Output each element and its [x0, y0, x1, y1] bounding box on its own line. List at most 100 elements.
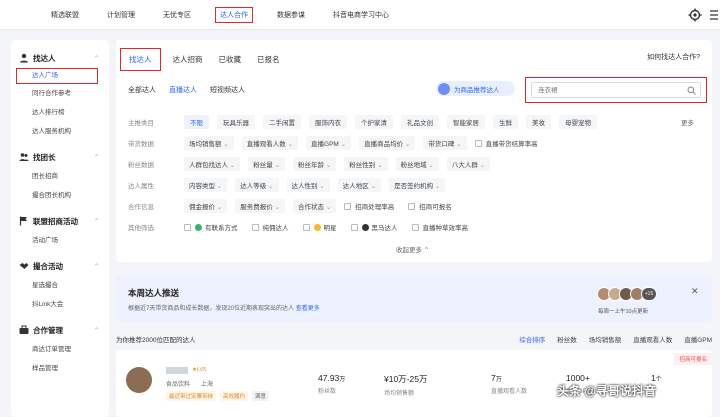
- fans-dropdown[interactable]: 粉丝地域: [395, 157, 439, 171]
- person-icon: [20, 53, 28, 63]
- topnav-item-data[interactable]: 数据参谋: [273, 7, 309, 23]
- sort-option[interactable]: 直播GPM: [684, 334, 712, 344]
- sidebar-item-ranking[interactable]: 达人排行榜: [11, 103, 109, 122]
- topnav-item-influencer[interactable]: 达人合作: [215, 7, 253, 23]
- tab-talent-recruit[interactable]: 达人招商: [173, 54, 203, 65]
- category-more-button[interactable]: 更多: [681, 117, 694, 127]
- topnav-item-plan[interactable]: 计划管理: [103, 7, 139, 23]
- weekly-subtitle: 根据近7天带货商品和成长数据，发现20位近期表现突出的达人 查看更多: [128, 303, 320, 312]
- coop-checkbox[interactable]: 招商可报名: [408, 201, 452, 211]
- view-more-link[interactable]: 查看更多: [296, 306, 320, 312]
- topnav-item-wuyou[interactable]: 无忧专区: [159, 7, 195, 23]
- sidebar-item-leader-recruit[interactable]: 团长招商: [11, 167, 109, 186]
- avatar-more-count: +15: [641, 287, 657, 301]
- sidebar-item-link-conference[interactable]: 抖Link大会: [11, 295, 109, 314]
- sales-dropdown[interactable]: 直播商品均价: [359, 136, 416, 150]
- checkbox-label: 明星: [323, 225, 337, 232]
- close-icon[interactable]: ✕: [691, 286, 699, 297]
- fans-dropdown[interactable]: 粉丝量: [248, 157, 286, 171]
- fans-dropdown[interactable]: 粉丝性别: [344, 157, 388, 171]
- sort-option[interactable]: 粉丝数: [557, 334, 577, 344]
- help-link[interactable]: 如何找达人合作?: [647, 52, 700, 62]
- subtab-live[interactable]: 直播达人: [169, 85, 197, 95]
- attr-dropdown[interactable]: 达人性别: [286, 178, 330, 192]
- sidebar-head-match[interactable]: 撮合活动 ⌃: [11, 256, 109, 276]
- sidebar-item-peer-reference[interactable]: 同行合作参考: [11, 84, 109, 103]
- attr-dropdown[interactable]: 达人地区: [337, 178, 382, 192]
- coop-checkbox[interactable]: 招商处理率高: [344, 201, 394, 211]
- tab-find-talent[interactable]: 找达人: [120, 48, 161, 71]
- search-icon[interactable]: [687, 86, 696, 95]
- topnav-item-learning[interactable]: 抖音电商学习中心: [329, 7, 393, 23]
- sidebar-head-alliance[interactable]: 联盟招商活动 ⌃: [11, 211, 109, 231]
- results-bar: 为你推荐2000位匹配的达人 综合排序 粉丝数 场均销售额 直播观看人数 直播G…: [116, 332, 712, 346]
- category-chip[interactable]: 礼品文创: [401, 115, 439, 129]
- checkbox-box: [408, 202, 416, 210]
- sidebar-item-agency[interactable]: 达人服务机构: [11, 122, 109, 141]
- avatar-stack[interactable]: +15: [597, 287, 657, 301]
- sales-dropdown[interactable]: 直播GPM: [306, 136, 352, 150]
- checkbox-box: [251, 223, 259, 231]
- sort-option[interactable]: 综合排序: [519, 334, 545, 344]
- sidebar-item-star-match[interactable]: 星选撮合: [11, 276, 109, 295]
- tab-registered[interactable]: 已报名: [257, 54, 280, 65]
- sidebar-group-alliance: 联盟招商活动 ⌃ 活动广场: [11, 211, 109, 250]
- sidebar-item-samples[interactable]: 样品管理: [11, 359, 109, 378]
- category-chip[interactable]: 智能家居: [447, 115, 485, 129]
- sort-option[interactable]: 直播观看人数: [633, 334, 672, 344]
- watermark: 头条 @寻哥说抖音: [557, 384, 657, 398]
- sidebar-item-activity-square[interactable]: 活动广场: [11, 231, 109, 250]
- category-chip[interactable]: 生鲜: [493, 115, 518, 129]
- category-chip[interactable]: 不限: [184, 115, 209, 129]
- fans-dropdown[interactable]: 粉丝年龄: [293, 157, 337, 171]
- gear-icon[interactable]: [688, 8, 702, 22]
- sort-options: 综合排序 粉丝数 场均销售额 直播观看人数 直播GPM: [507, 334, 712, 344]
- fans-dropdown[interactable]: 人群包找达人: [184, 157, 241, 171]
- coop-dropdown[interactable]: 服务费报价: [235, 199, 286, 213]
- settlement-rate-checkbox[interactable]: 直播带货结算率高: [474, 138, 538, 148]
- collapse-more-button[interactable]: 收起更多 ⌃: [396, 244, 429, 254]
- attr-dropdown[interactable]: 是否签约机构: [389, 178, 446, 192]
- category-chip[interactable]: 玩具乐器: [217, 115, 255, 129]
- subtab-all[interactable]: 全部达人: [128, 85, 156, 95]
- checkbox-box: [474, 139, 482, 147]
- filter-label: 带货数据: [128, 141, 154, 148]
- category-chip[interactable]: 个护家清: [355, 115, 393, 129]
- other-checkbox[interactable]: 明星: [302, 222, 337, 232]
- search-input[interactable]: [532, 83, 682, 97]
- category-chip[interactable]: 服饰内衣: [309, 115, 347, 129]
- subtab-video[interactable]: 短视频达人: [210, 85, 245, 95]
- other-checkbox[interactable]: 黑马达人: [350, 222, 398, 232]
- sidebar-item-talent-square[interactable]: 达人广场: [16, 68, 98, 84]
- other-checkbox[interactable]: 纯佣达人: [251, 222, 289, 232]
- attr-dropdown[interactable]: 达人等级: [235, 178, 279, 192]
- sidebar-head-find-leader[interactable]: 找团长 ⌃: [11, 147, 109, 167]
- filter-label: 合作信息: [128, 204, 154, 211]
- metric-fans: 47.93万 粉丝数: [318, 373, 345, 395]
- sales-dropdown[interactable]: 直播观看人数: [241, 136, 299, 150]
- category-chip[interactable]: 二手闲置: [263, 115, 301, 129]
- recommend-for-product-button[interactable]: 为商品推荐达人: [436, 81, 515, 96]
- attr-dropdown[interactable]: 内容类型: [184, 178, 228, 192]
- metric-value: 47.93万: [318, 373, 345, 383]
- topnav-item-jingxuan[interactable]: 精选联盟: [47, 7, 83, 23]
- fans-dropdown[interactable]: 八大人群: [446, 157, 491, 171]
- sidebar-head-label: 合作管理: [33, 325, 63, 335]
- sidebar-item-orders[interactable]: 商达订单管理: [11, 340, 109, 359]
- phone-icon: [195, 223, 202, 231]
- sales-dropdown[interactable]: 带货口碑: [423, 136, 467, 150]
- sidebar-head-find-talent[interactable]: 找达人 ⌃: [11, 48, 109, 68]
- category-chip[interactable]: 美妆: [526, 115, 551, 129]
- other-checkbox[interactable]: 直播种草效率高: [411, 222, 468, 232]
- coop-dropdown[interactable]: 佣金报价: [184, 199, 228, 213]
- filter-row-coop: 合作信息 佣金报价 服务费报价 合作状态 招商处理率高 招商可报名: [128, 199, 466, 213]
- sidebar-head-coop[interactable]: 合作管理 ⌃: [11, 320, 109, 340]
- coop-dropdown[interactable]: 合作状态: [293, 199, 337, 213]
- tab-favorites[interactable]: 已收藏: [219, 54, 242, 65]
- sidebar-item-match-agency[interactable]: 撮合团长机构: [11, 186, 109, 205]
- other-checkbox[interactable]: 有联系方式: [184, 222, 238, 232]
- collapse-icon[interactable]: [708, 8, 720, 22]
- sort-option[interactable]: 场均销售额: [589, 334, 622, 344]
- sales-dropdown[interactable]: 场均销售额: [184, 136, 234, 150]
- category-chip[interactable]: 母婴宠物: [559, 115, 597, 129]
